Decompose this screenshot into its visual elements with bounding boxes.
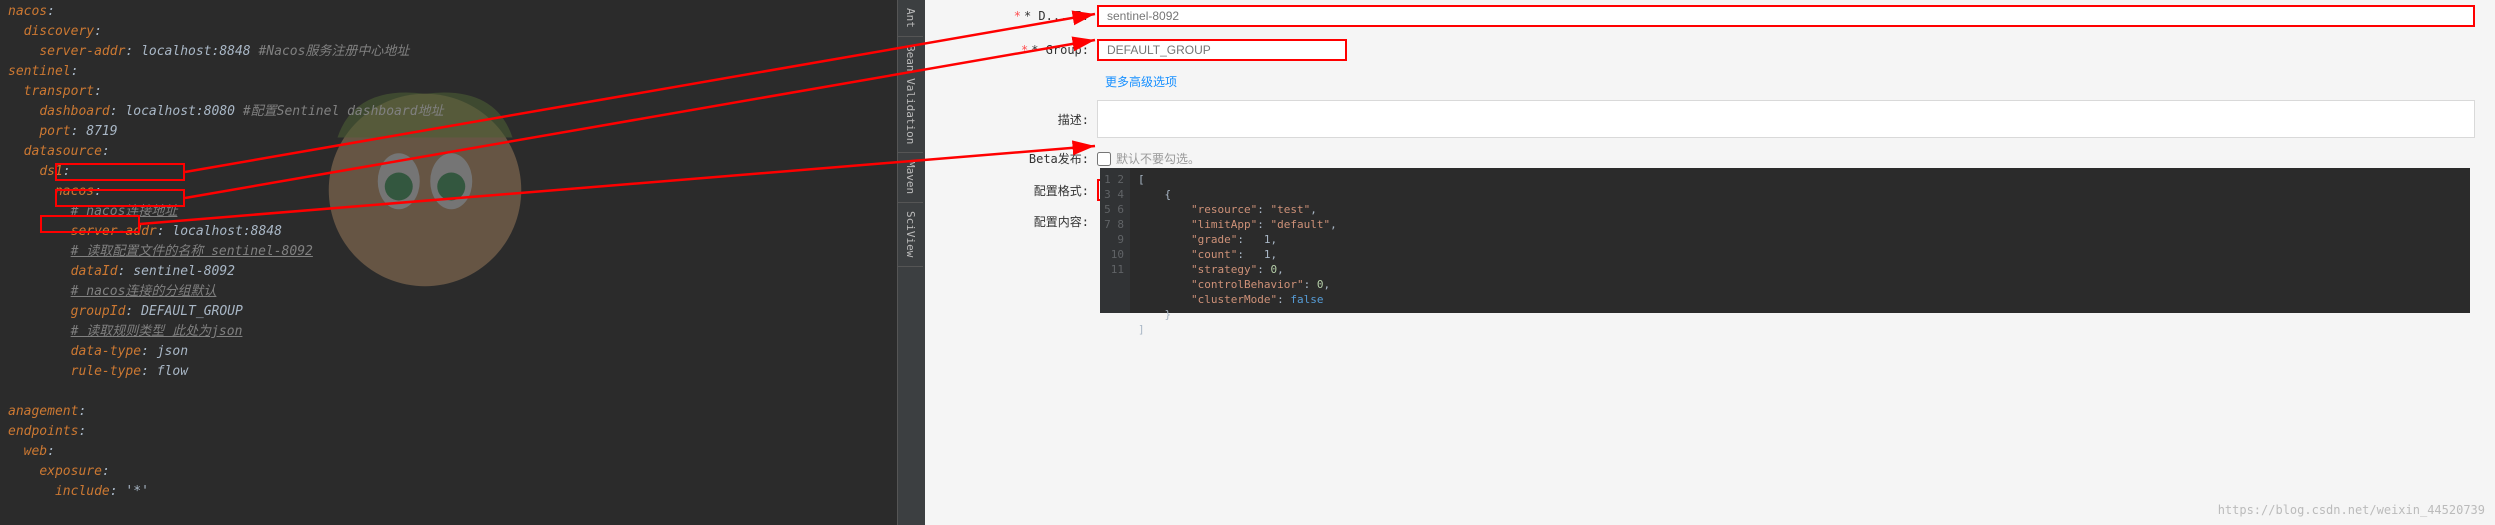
dataid-input[interactable] xyxy=(1097,5,2475,27)
config-content-editor[interactable]: 1 2 3 4 5 6 7 8 9 10 11 [ { "resource": … xyxy=(1100,168,2470,313)
group-input[interactable] xyxy=(1097,39,1347,61)
code-editor-panel: nacos: discovery: server-addr: localhost… xyxy=(0,0,925,525)
dataid-label: ** D... I: xyxy=(1005,9,1097,23)
content-label: 配置内容: xyxy=(1005,213,1097,230)
group-label: ** Group: xyxy=(1005,43,1097,57)
sidebar-tab-maven[interactable]: Maven xyxy=(898,153,923,203)
sidebar-tab-sciview[interactable]: SciView xyxy=(898,203,923,266)
sidebar-tab-ant[interactable]: Ant xyxy=(898,0,923,37)
json-code[interactable]: [ { "resource": "test", "limitApp": "def… xyxy=(1130,168,2470,313)
beta-checkbox-input[interactable] xyxy=(1097,152,1111,166)
beta-label: Beta发布: xyxy=(1005,150,1097,167)
ide-right-sidebar: Ant Bean Validation Maven SciView xyxy=(897,0,925,525)
yaml-editor[interactable]: nacos: discovery: server-addr: localhost… xyxy=(8,2,444,502)
sidebar-tab-bean[interactable]: Bean Validation xyxy=(898,37,923,153)
desc-label: 描述: xyxy=(1005,111,1097,128)
watermark-text: https://blog.csdn.net/weixin_44520739 xyxy=(2218,503,2485,517)
nacos-config-form: ** D... I: ** Group: 更多高级选项 描述: Beta发布: … xyxy=(925,0,2495,525)
more-options-link[interactable]: 更多高级选项 xyxy=(1105,73,2475,90)
beta-checkbox[interactable]: 默认不要勾选。 xyxy=(1097,150,1200,167)
format-label: 配置格式: xyxy=(1005,182,1097,199)
line-gutter: 1 2 3 4 5 6 7 8 9 10 11 xyxy=(1100,168,1130,313)
beta-checkbox-label: 默认不要勾选。 xyxy=(1116,150,1200,167)
desc-textarea[interactable] xyxy=(1097,100,2475,138)
